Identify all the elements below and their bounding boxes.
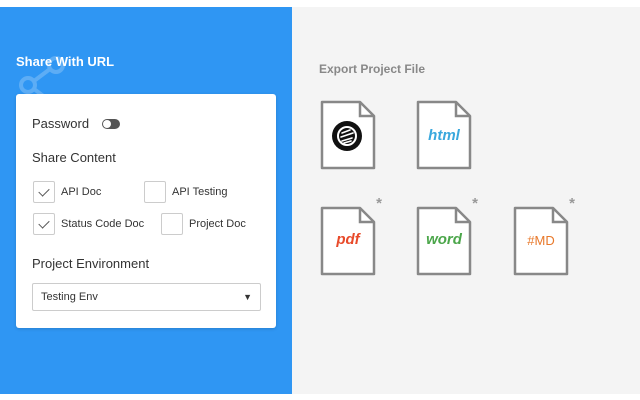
check-mark-icon [38,184,50,197]
checkbox-label: Status Code Doc [61,218,145,230]
toggle-knob [103,119,112,128]
checkbox-api-doc[interactable]: API Doc [33,181,101,203]
export-markdown-file-button[interactable]: #MD * [513,195,575,276]
export-word-file-button[interactable]: word * [416,195,478,276]
checkbox-label: Project Doc [189,218,246,230]
share-content-label: Share Content [32,150,116,165]
html-file-label: html [428,127,460,144]
checkbox-status-code-doc[interactable]: Status Code Doc [33,213,144,235]
environment-select-value: Testing Env [41,291,98,303]
password-row: Password [32,116,121,131]
export-title: Export Project File [319,62,426,76]
checkbox-box[interactable] [33,213,55,235]
export-html-file-button[interactable]: html [416,100,472,170]
environment-select[interactable]: Testing Env ▼ [32,283,261,311]
checkbox-box[interactable] [33,181,55,203]
checkbox-box[interactable] [161,213,183,235]
project-environment-label: Project Environment [32,256,150,271]
checkbox-box[interactable] [144,181,166,203]
share-card: Password Share Content API Doc API Testi… [16,94,276,328]
export-app-file-button[interactable] [320,100,376,170]
password-toggle[interactable] [102,118,121,129]
premium-asterisk-icon: * [472,195,478,212]
pdf-file-label: pdf [336,231,360,248]
word-file-label: word [426,231,462,248]
premium-asterisk-icon: * [569,195,575,212]
checkbox-label: API Testing [172,186,228,198]
checkbox-label: API Doc [61,186,102,198]
premium-asterisk-icon: * [376,195,382,212]
checkbox-project-doc[interactable]: Project Doc [161,213,246,235]
check-mark-icon [38,216,50,229]
checkbox-api-testing[interactable]: API Testing [144,181,227,203]
caret-down-icon: ▼ [243,292,252,302]
app-logo-icon [332,121,362,151]
export-pdf-file-button[interactable]: pdf * [320,195,382,276]
markdown-file-label: #MD [527,233,555,248]
password-label: Password [32,116,90,131]
share-title: Share With URL [16,54,115,69]
